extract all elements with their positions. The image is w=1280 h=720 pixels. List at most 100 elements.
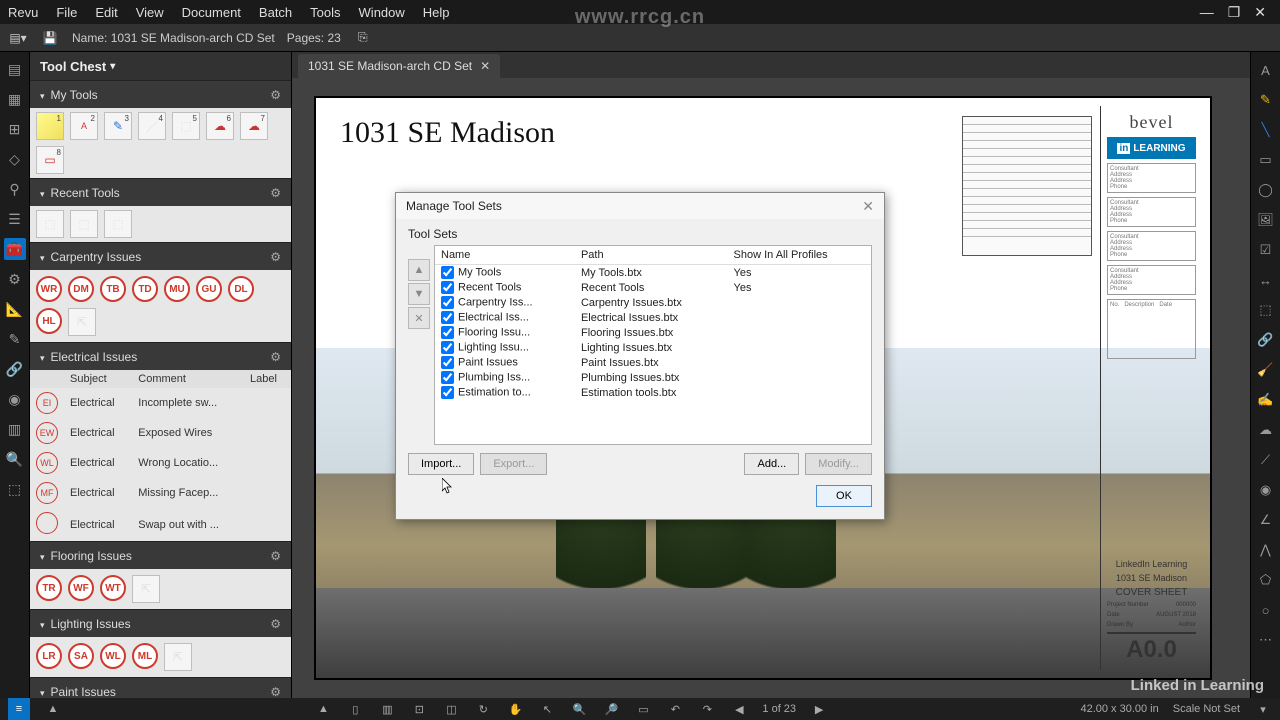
menu-window[interactable]: Window xyxy=(359,5,405,20)
prev-page-icon[interactable]: ◀ xyxy=(730,703,748,716)
shape-icon[interactable]: ▭ xyxy=(1256,150,1276,170)
electrical-row[interactable]: EWElectricalExposed Wires xyxy=(30,418,291,448)
split-icon[interactable]: ◫ xyxy=(442,703,460,716)
row-checkbox[interactable] xyxy=(441,311,454,324)
toolset-row[interactable]: Carpentry Iss...Carpentry Issues.btx xyxy=(435,295,871,310)
tool-chest-header[interactable]: Tool Chest▾ xyxy=(30,52,291,80)
markups-icon[interactable]: ✎ xyxy=(4,328,26,350)
toolset-row[interactable]: Lighting Issu...Lighting Issues.btx xyxy=(435,340,871,355)
gear-icon[interactable]: ⚙ xyxy=(270,685,281,699)
toolset-row[interactable]: Electrical Iss...Electrical Issues.btx xyxy=(435,310,871,325)
studio-icon[interactable]: ⬚ xyxy=(4,478,26,500)
save-icon[interactable]: 💾 xyxy=(40,28,60,48)
tool-line[interactable]: ／4 xyxy=(138,112,166,140)
carpentry-badge[interactable]: DM xyxy=(68,276,94,302)
zoom2-icon[interactable]: 🔎 xyxy=(602,703,620,716)
places-icon[interactable]: ⚲ xyxy=(4,178,26,200)
panel-switcher-icon[interactable]: ≡ xyxy=(8,698,30,720)
menu-file[interactable]: File xyxy=(56,5,77,20)
chevron-down-icon[interactable]: ▾ xyxy=(1254,703,1272,716)
tool-rectcloud[interactable]: ▭8 xyxy=(36,146,64,174)
tab-close-icon[interactable]: ✕ xyxy=(480,59,490,73)
pan-icon[interactable]: ✋ xyxy=(506,703,524,716)
document-tab[interactable]: 1031 SE Madison-arch CD Set ✕ xyxy=(298,54,500,78)
section-lighting[interactable]: ▾Lighting Issues ⚙ xyxy=(30,609,291,637)
lighting-badge[interactable]: SA xyxy=(68,643,94,669)
image-icon[interactable]: 🖼 xyxy=(1256,210,1276,230)
toolsets-list[interactable]: Name Path Show In All Profiles My ToolsM… xyxy=(434,245,872,445)
ellipse-marker-icon[interactable]: ○ xyxy=(1256,600,1276,620)
toolset-row[interactable]: Estimation to...Estimation tools.btx xyxy=(435,385,871,400)
row-checkbox[interactable] xyxy=(441,371,454,384)
gear-icon[interactable]: ⚙ xyxy=(270,350,281,364)
section-my-tools[interactable]: ▾My Tools ⚙ xyxy=(30,80,291,108)
undo-icon[interactable]: ↶ xyxy=(666,703,684,716)
file-dropdown-icon[interactable]: ▤▾ xyxy=(8,28,28,48)
properties-icon[interactable]: ⚙ xyxy=(4,268,26,290)
dialog-close-icon[interactable]: ✕ xyxy=(862,198,874,215)
menu-revu[interactable]: Revu xyxy=(8,5,38,20)
toolset-row[interactable]: Flooring Issu...Flooring Issues.btx xyxy=(435,325,871,340)
move-up-button[interactable]: ▲ xyxy=(408,259,430,281)
carpentry-extra-tool[interactable]: ⇱ xyxy=(68,308,96,336)
select-icon[interactable]: ↖ xyxy=(538,703,556,716)
row-checkbox[interactable] xyxy=(441,326,454,339)
toolset-row[interactable]: Plumbing Iss...Plumbing Issues.btx xyxy=(435,370,871,385)
move-down-button[interactable]: ▼ xyxy=(408,283,430,305)
flooring-badge[interactable]: TR xyxy=(36,575,62,601)
hyperlink-icon[interactable]: 🔗 xyxy=(1256,330,1276,350)
row-checkbox[interactable] xyxy=(441,281,454,294)
length-icon[interactable]: ⟋ xyxy=(1256,450,1276,470)
marker-icon[interactable]: ▲ xyxy=(44,703,62,715)
stamp-icon[interactable]: ☑ xyxy=(1256,240,1276,260)
import-button[interactable]: Import... xyxy=(408,453,474,475)
sign-icon[interactable]: ✍ xyxy=(1256,390,1276,410)
recent-tool-3[interactable]: ⬚ xyxy=(104,210,132,238)
carpentry-badge[interactable]: TB xyxy=(100,276,126,302)
menu-batch[interactable]: Batch xyxy=(259,5,292,20)
bookmarks-icon[interactable]: ☰ xyxy=(4,208,26,230)
gear-icon[interactable]: ⚙ xyxy=(270,88,281,102)
menu-view[interactable]: View xyxy=(136,5,164,20)
menu-tools[interactable]: Tools xyxy=(310,5,340,20)
ok-button[interactable]: OK xyxy=(816,485,872,507)
page-indicator[interactable]: 1 of 23 xyxy=(762,703,796,715)
polygon-icon[interactable]: ⬠ xyxy=(1256,570,1276,590)
menu-help[interactable]: Help xyxy=(423,5,450,20)
tool-cloud[interactable]: ☁6 xyxy=(206,112,234,140)
delete-button[interactable]: ✕ xyxy=(408,307,430,329)
measure-icon[interactable]: ↔ xyxy=(1256,270,1276,290)
grid-icon[interactable]: ⊞ xyxy=(4,118,26,140)
section-carpentry[interactable]: ▾Carpentry Issues ⚙ xyxy=(30,242,291,270)
rotate-icon[interactable]: ↻ xyxy=(474,703,492,716)
shapes-icon[interactable]: ◯ xyxy=(1256,180,1276,200)
polyline-icon[interactable]: ⋀ xyxy=(1256,540,1276,560)
redo-icon[interactable]: ↷ xyxy=(698,703,716,716)
gear-icon[interactable]: ⚙ xyxy=(270,549,281,563)
electrical-row[interactable]: EIElectricalIncomplete sw... xyxy=(30,388,291,418)
section-flooring[interactable]: ▾Flooring Issues ⚙ xyxy=(30,541,291,569)
window-minimize-icon[interactable]: — xyxy=(1200,4,1214,20)
carpentry-badge[interactable]: GU xyxy=(196,276,222,302)
links-icon[interactable]: 🔗 xyxy=(4,358,26,380)
layers-icon[interactable]: ◇ xyxy=(4,148,26,170)
count-icon[interactable]: ◉ xyxy=(1256,480,1276,500)
toolset-row[interactable]: My ToolsMy Tools.btxYes xyxy=(435,265,871,281)
pen-icon[interactable]: ✎ xyxy=(1256,90,1276,110)
lighting-badge[interactable]: WL xyxy=(100,643,126,669)
recent-tool-2[interactable]: ⬚ xyxy=(70,210,98,238)
angle-icon[interactable]: ∠ xyxy=(1256,510,1276,530)
electrical-row[interactable]: ElectricalSwap out with ... xyxy=(30,508,291,541)
window-restore-icon[interactable]: ❐ xyxy=(1228,4,1241,21)
row-checkbox[interactable] xyxy=(441,296,454,309)
row-checkbox[interactable] xyxy=(441,266,454,279)
next-page-icon[interactable]: ▶ xyxy=(810,703,828,716)
text-icon[interactable]: A xyxy=(1256,60,1276,80)
carpentry-badge[interactable]: HL xyxy=(36,308,62,334)
presentation-icon[interactable]: ▭ xyxy=(634,703,652,716)
toolchest-icon[interactable]: 🧰 xyxy=(4,238,26,260)
page-add-icon[interactable]: ⎘ xyxy=(353,28,373,48)
cloud-markup-icon[interactable]: ☁ xyxy=(1256,420,1276,440)
recent-tool-1[interactable]: ⬚ xyxy=(36,210,64,238)
menu-document[interactable]: Document xyxy=(182,5,241,20)
